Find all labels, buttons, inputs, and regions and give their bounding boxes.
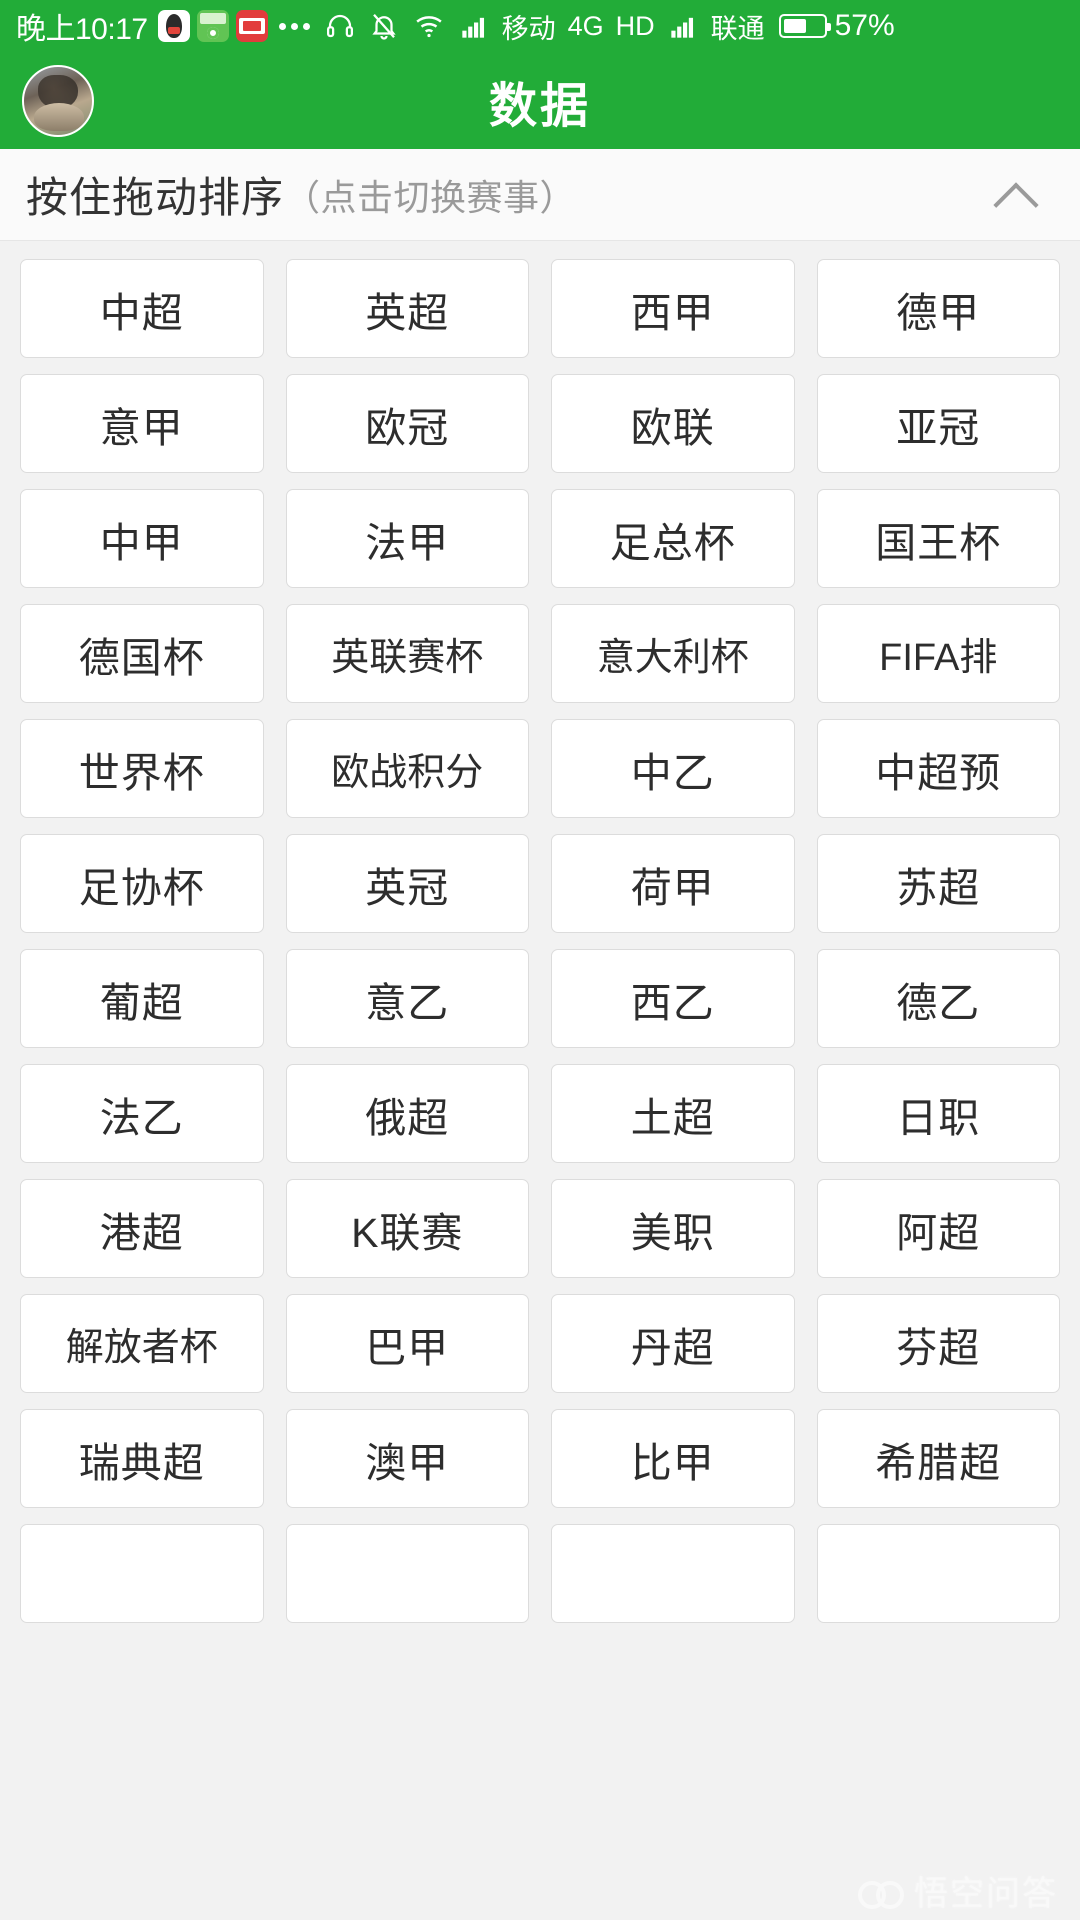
avatar[interactable] xyxy=(22,64,94,137)
sort-hint-header[interactable]: 按住拖动排序 （点击切换赛事） xyxy=(0,149,1080,241)
league-cell[interactable]: 世界杯 xyxy=(20,719,264,818)
league-cell[interactable]: 土超 xyxy=(551,1064,795,1163)
league-cell[interactable]: 解放者杯 xyxy=(20,1294,264,1393)
league-cell[interactable] xyxy=(20,1524,264,1623)
league-cell[interactable]: 丹超 xyxy=(551,1294,795,1393)
league-cell[interactable]: 意大利杯 xyxy=(551,604,795,703)
sort-hint-main-label: 按住拖动排序 xyxy=(26,174,285,221)
wukong-logo-icon xyxy=(858,1877,904,1909)
carrier-label-secondary: 联通 xyxy=(710,13,765,44)
league-cell[interactable]: 苏超 xyxy=(816,834,1060,933)
league-cell[interactable]: 中超预 xyxy=(816,719,1060,818)
league-cell[interactable]: 亚冠 xyxy=(816,374,1060,473)
more-notifications-icon xyxy=(278,22,310,30)
status-bar: 晚上10:17 移动 4G HD 联通 57% xyxy=(0,0,1080,52)
battery-icon xyxy=(778,14,831,38)
league-cell[interactable]: 美职 xyxy=(551,1179,795,1278)
league-cell[interactable]: 足协杯 xyxy=(20,834,264,933)
sort-hint-sub-label: （点击切换赛事） xyxy=(284,176,577,218)
league-cell[interactable]: 欧战积分 xyxy=(285,719,529,818)
league-cell[interactable]: 足总杯 xyxy=(551,489,795,588)
league-cell[interactable]: 意甲 xyxy=(20,374,264,473)
league-cell[interactable]: 欧联 xyxy=(551,374,795,473)
league-cell[interactable]: 英冠 xyxy=(285,834,529,933)
league-cell[interactable]: 中甲 xyxy=(20,489,264,588)
league-cell[interactable]: 中乙 xyxy=(551,719,795,818)
qq-icon xyxy=(157,10,190,42)
league-cell[interactable]: 港超 xyxy=(20,1179,264,1278)
network-type-label: 4G xyxy=(567,10,604,41)
chevron-up-icon[interactable] xyxy=(994,173,1038,217)
league-cell[interactable] xyxy=(551,1524,795,1623)
wifi-icon xyxy=(413,11,445,41)
headset-icon xyxy=(325,11,355,41)
league-cell[interactable]: 欧冠 xyxy=(285,374,529,473)
signal-bars-icon xyxy=(668,12,698,40)
league-cell[interactable]: 德国杯 xyxy=(20,604,264,703)
wechat-sports-icon xyxy=(196,10,229,42)
league-cell[interactable]: 阿超 xyxy=(816,1179,1060,1278)
league-cell[interactable]: 俄超 xyxy=(285,1064,529,1163)
signal-bars-icon xyxy=(459,12,489,40)
status-time: 晚上10:17 xyxy=(16,13,148,46)
league-grid: 中超 英超 西甲 德甲意甲 欧冠 欧联 亚冠中甲 法甲 足总杯 国王杯德国杯 英联赛杯 意大利杯 FIF… xyxy=(20,259,1060,1623)
league-cell[interactable]: 日职 xyxy=(816,1064,1060,1163)
league-cell[interactable]: 希腊超 xyxy=(816,1409,1060,1508)
league-cell[interactable]: 巴甲 xyxy=(285,1294,529,1393)
league-cell[interactable]: 荷甲 xyxy=(551,834,795,933)
battery-percent: 57% xyxy=(834,9,895,42)
watermark-text: 悟空问答 xyxy=(914,1875,1058,1913)
league-cell[interactable]: 西乙 xyxy=(551,949,795,1048)
league-cell[interactable]: 法甲 xyxy=(285,489,529,588)
league-cell[interactable]: 意乙 xyxy=(285,949,529,1048)
league-cell[interactable] xyxy=(285,1524,529,1623)
league-cell[interactable]: K联赛 xyxy=(285,1179,529,1278)
league-cell[interactable]: 英联赛杯 xyxy=(285,604,529,703)
league-cell[interactable]: 德甲 xyxy=(816,259,1060,358)
league-cell[interactable]: 德乙 xyxy=(816,949,1060,1048)
bell-muted-icon xyxy=(369,11,399,41)
league-cell[interactable]: 西甲 xyxy=(551,259,795,358)
hd-label: HD xyxy=(615,10,655,41)
page-title: 数据 xyxy=(488,79,591,133)
title-bar: 数据 xyxy=(0,52,1080,149)
league-cell[interactable]: 中超 xyxy=(20,259,264,358)
league-cell[interactable]: 国王杯 xyxy=(816,489,1060,588)
league-cell[interactable]: FIFA排 xyxy=(816,604,1060,703)
league-cell[interactable] xyxy=(816,1524,1060,1623)
league-cell[interactable]: 葡超 xyxy=(20,949,264,1048)
league-grid-container: 中超 英超 西甲 德甲意甲 欧冠 欧联 亚冠中甲 法甲 足总杯 国王杯德国杯 英联赛杯 意大利杯 FIF… xyxy=(0,241,1080,1919)
league-cell[interactable]: 澳甲 xyxy=(285,1409,529,1508)
toutiao-icon xyxy=(235,10,268,42)
watermark: 悟空问答 xyxy=(858,1866,1058,1915)
league-cell[interactable]: 英超 xyxy=(285,259,529,358)
league-cell[interactable]: 法乙 xyxy=(20,1064,264,1163)
carrier-label-primary: 移动 xyxy=(501,13,556,44)
league-cell[interactable]: 芬超 xyxy=(816,1294,1060,1393)
league-cell[interactable]: 瑞典超 xyxy=(20,1409,264,1508)
league-cell[interactable]: 比甲 xyxy=(551,1409,795,1508)
